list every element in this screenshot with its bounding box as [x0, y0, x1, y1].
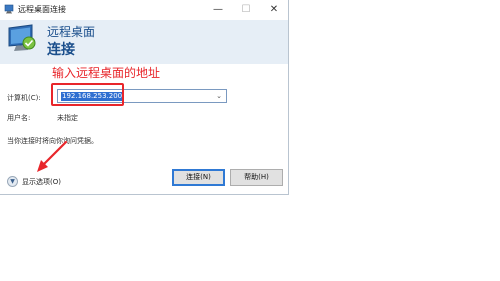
- chevron-down-icon[interactable]: ⌄: [214, 90, 224, 102]
- close-button[interactable]: ✕: [262, 0, 286, 20]
- connect-button[interactable]: 连接(N): [172, 169, 225, 186]
- remote-desktop-app-icon: [4, 4, 14, 14]
- username-label: 用户名:: [7, 114, 31, 122]
- header-title-line1: 远程桌面: [47, 25, 96, 39]
- annotation-highlight-box: [51, 83, 124, 106]
- remote-desktop-window: 远程桌面连接 — ☐ ✕ 远程桌面 连接 输入远程桌面的地址 计算机(C): 1…: [0, 0, 289, 195]
- maximize-button[interactable]: ☐: [234, 0, 258, 20]
- title-bar[interactable]: 远程桌面连接 — ☐ ✕: [0, 0, 288, 20]
- header-banner: 远程桌面 连接: [0, 20, 288, 64]
- show-options-toggle[interactable]: ▼ 显示选项(O): [7, 176, 77, 188]
- chevron-down-icon: ▼: [7, 176, 18, 187]
- remote-desktop-monitor-icon: [8, 24, 36, 51]
- username-value: 未指定: [57, 114, 78, 122]
- show-options-label: 显示选项(O): [22, 178, 61, 186]
- window-title: 远程桌面连接: [18, 5, 66, 14]
- credentials-info-text: 当你连接时将向你询问凭据。: [7, 137, 98, 145]
- computer-label: 计算机(C):: [7, 94, 41, 102]
- annotation-text: 输入远程桌面的地址: [52, 66, 161, 80]
- header-title-line2: 连接: [47, 42, 75, 58]
- help-button[interactable]: 帮助(H): [230, 169, 283, 186]
- minimize-button[interactable]: —: [206, 0, 230, 20]
- screenshot-stage: 远程桌面连接 — ☐ ✕ 远程桌面 连接 输入远程桌面的地址 计算机(C): 1…: [0, 0, 500, 281]
